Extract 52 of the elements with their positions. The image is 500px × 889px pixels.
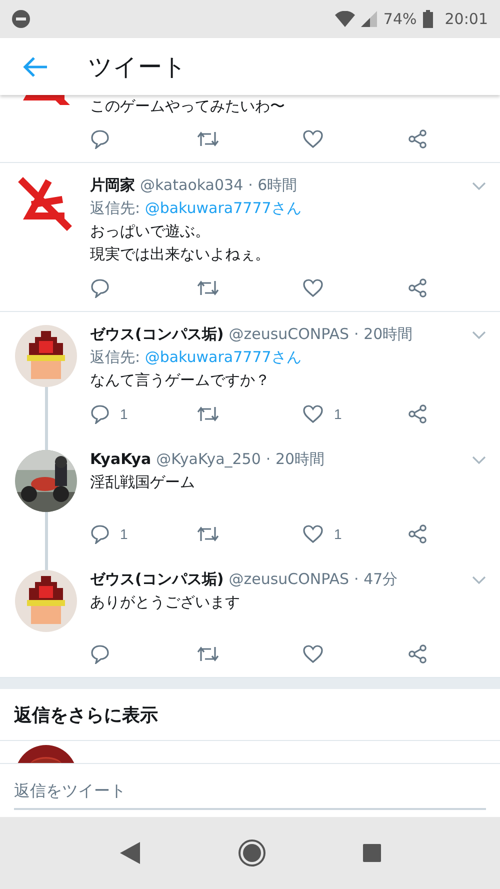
like-button[interactable]: [302, 129, 324, 149]
wifi-icon: [335, 11, 356, 27]
user-name[interactable]: KyaKya: [90, 448, 152, 471]
signal-icon: [361, 11, 378, 27]
user-handle: @kataoka034: [140, 175, 244, 196]
user-handle: @KyaKya_250: [156, 449, 261, 470]
reply-label: 返信先:: [90, 348, 140, 366]
retweet-button[interactable]: [196, 644, 220, 664]
tweet-text: ありがとうございます: [90, 592, 241, 613]
tweet-time: · 20時間: [266, 449, 325, 470]
reply-to-link[interactable]: @bakuwara7777さん: [144, 199, 302, 217]
retweet-button[interactable]: [196, 129, 220, 149]
reply-button[interactable]: 1: [90, 404, 128, 424]
user-name[interactable]: 片岡家: [90, 174, 135, 197]
like-button[interactable]: 1: [302, 524, 342, 544]
reply-button[interactable]: [90, 129, 110, 149]
retweet-button[interactable]: [196, 404, 220, 424]
do-not-disturb-icon: [12, 10, 30, 28]
like-button[interactable]: [302, 644, 324, 664]
clock-time: 20:01: [444, 10, 488, 28]
share-button[interactable]: [408, 129, 428, 149]
tweet-time: · 6時間: [248, 175, 298, 196]
like-button[interactable]: 1: [302, 404, 342, 424]
reply-input-field[interactable]: 返信をツイート: [14, 764, 486, 810]
tweet-time: · 47分: [354, 569, 398, 590]
share-button[interactable]: [408, 644, 428, 664]
user-name[interactable]: ゼウス(コンパス垢): [90, 323, 224, 346]
share-button[interactable]: [408, 278, 428, 298]
avatar-drawing: [15, 325, 77, 387]
tweet-text: おっぱいで遊ぶ。: [90, 221, 211, 242]
reply-button[interactable]: 1: [90, 524, 128, 544]
reply-button[interactable]: [90, 278, 110, 298]
share-button[interactable]: [408, 404, 428, 424]
page-title: ツイート: [88, 52, 187, 82]
battery-icon: [422, 10, 433, 28]
retweet-button[interactable]: [196, 524, 220, 544]
avatar-drawing: [15, 570, 77, 632]
retweet-button[interactable]: [196, 278, 220, 298]
tweet-text: 淫乱戦国ゲーム: [90, 472, 196, 493]
user-handle: @zeusuCONPAS: [228, 569, 350, 590]
reply-to-link[interactable]: @bakuwara7777さん: [144, 348, 302, 366]
tweet-time: · 20時間: [354, 324, 413, 345]
reply-button[interactable]: [90, 644, 110, 664]
tweet-text: なんて言うゲームですか？: [90, 370, 271, 391]
tweet-text: このゲームやってみたいわ〜: [90, 96, 286, 117]
reply-label: 返信先:: [90, 199, 140, 217]
tweet-text: 現実では出来ないよねぇ。: [90, 244, 271, 265]
user-name[interactable]: ゼウス(コンパス垢): [90, 568, 224, 591]
like-button[interactable]: [302, 278, 324, 298]
battery-percent: 74%: [383, 10, 417, 28]
user-handle: @zeusuCONPAS: [228, 324, 350, 345]
share-button[interactable]: [408, 524, 428, 544]
